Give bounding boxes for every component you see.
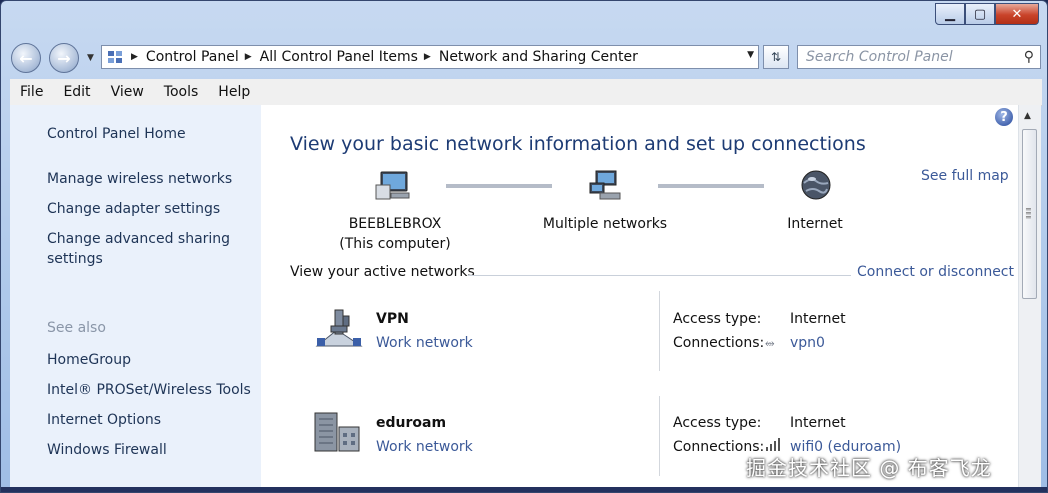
see-full-map-link[interactable]: See full map xyxy=(921,168,1009,184)
access-type-label: Access type: xyxy=(673,311,762,327)
section-divider xyxy=(468,275,851,276)
vpn-network-icon xyxy=(313,306,365,350)
recent-pages-dropdown[interactable]: ▼ xyxy=(87,53,94,63)
left-task-pane: Control Panel Home Manage wireless netwo… xyxy=(10,105,261,492)
main-content xyxy=(261,105,1018,492)
vertical-scrollbar[interactable]: ▲ ═ ═ ═ xyxy=(1018,105,1041,492)
close-icon: ✕ xyxy=(1011,6,1023,22)
eduroam-network-icon xyxy=(313,409,365,453)
windows-firewall-link[interactable]: Windows Firewall xyxy=(47,440,167,460)
maximize-button[interactable]: ▢ xyxy=(965,3,995,25)
manage-wireless-networks-link[interactable]: Manage wireless networks xyxy=(47,169,232,189)
breadcrumb-arrow-icon[interactable]: ▶ xyxy=(424,52,431,62)
close-button[interactable]: ✕ xyxy=(995,3,1039,25)
breadcrumb-arrow-icon: ▶ xyxy=(131,52,138,62)
scrollbar-thumb[interactable]: ═ ═ ═ xyxy=(1022,129,1037,299)
address-bar[interactable]: ▶ Control Panel ▶ All Control Panel Items… xyxy=(101,45,759,69)
see-also-heading: See also xyxy=(47,320,106,336)
globe-icon[interactable] xyxy=(799,169,835,203)
change-advanced-sharing-link-line2[interactable]: settings xyxy=(47,249,103,269)
window-bottom-edge xyxy=(1,487,1047,492)
menu-help[interactable]: Help xyxy=(208,84,260,100)
refresh-icon: ⇅ xyxy=(770,50,782,64)
computer-icon[interactable] xyxy=(375,169,411,203)
maximize-icon: ▢ xyxy=(973,6,987,22)
connect-or-disconnect-link[interactable]: Connect or disconnect xyxy=(857,264,1014,280)
refresh-button[interactable]: ⇅ xyxy=(763,45,789,69)
this-computer-label: (This computer) xyxy=(339,236,451,252)
menu-tools[interactable]: Tools xyxy=(154,84,209,100)
grip-icon: ═ ═ ═ xyxy=(1026,205,1031,222)
breadcrumb-root-arrow[interactable]: ▶ xyxy=(125,52,146,62)
back-arrow-icon: ← xyxy=(19,48,33,68)
network-divider xyxy=(659,291,660,371)
minimize-icon: ▁ xyxy=(945,6,955,22)
access-type-value: Internet xyxy=(790,311,846,327)
search-icon[interactable]: ⚲ xyxy=(1024,49,1034,65)
breadcrumb-all-items[interactable]: All Control Panel Items ▶ xyxy=(260,49,439,65)
network-type-link-eduroam[interactable]: Work network xyxy=(376,439,473,455)
vpn-connection-icon: ⥈ xyxy=(765,336,775,350)
internet-label: Internet xyxy=(787,216,843,232)
homegroup-link[interactable]: HomeGroup xyxy=(47,350,131,370)
menu-file[interactable]: File xyxy=(10,84,53,100)
window-frame: ▁ ▢ ✕ ← → ▼ ▶ Control Panel ▶ All Control… xyxy=(0,0,1048,493)
computer-name-label: BEEBLEBROX xyxy=(348,216,442,232)
access-type-label: Access type: xyxy=(673,415,762,431)
access-type-value: Internet xyxy=(790,415,846,431)
help-icon[interactable]: ? xyxy=(995,108,1013,126)
menu-edit[interactable]: Edit xyxy=(53,84,100,100)
navigation-bar: ← → ▼ ▶ Control Panel ▶ All Control Panel… xyxy=(11,41,1041,73)
connection-link-vpn0[interactable]: vpn0 xyxy=(790,335,825,351)
menu-view[interactable]: View xyxy=(101,84,154,100)
change-advanced-sharing-link[interactable]: Change advanced sharing xyxy=(47,229,230,249)
network-divider xyxy=(659,396,660,476)
minimize-button[interactable]: ▁ xyxy=(935,3,965,25)
forward-arrow-icon: → xyxy=(57,48,71,68)
map-connection-line xyxy=(658,184,764,188)
forward-button[interactable]: → xyxy=(49,43,79,73)
intel-proset-link[interactable]: Intel® PROSet/Wireless Tools xyxy=(47,380,251,400)
breadcrumb-arrow-icon[interactable]: ▶ xyxy=(245,52,252,62)
breadcrumb-network-sharing[interactable]: Network and Sharing Center xyxy=(439,49,638,65)
address-dropdown-icon[interactable]: ▼ xyxy=(747,50,754,60)
multiple-networks-label: Multiple networks xyxy=(542,216,668,232)
map-connection-line xyxy=(446,184,552,188)
control-panel-home-link[interactable]: Control Panel Home xyxy=(47,124,186,144)
internet-options-link[interactable]: Internet Options xyxy=(47,410,161,430)
control-panel-icon xyxy=(105,48,125,66)
change-adapter-settings-link[interactable]: Change adapter settings xyxy=(47,199,220,219)
network-name-eduroam: eduroam xyxy=(376,415,447,431)
breadcrumb-control-panel[interactable]: Control Panel ▶ xyxy=(146,49,260,65)
search-placeholder: Search Control Panel xyxy=(806,49,953,65)
search-input[interactable]: Search Control Panel ⚲ xyxy=(797,45,1041,69)
menu-bar: File Edit View Tools Help xyxy=(10,79,1042,106)
watermark: 掘金技术社区 @ 布客飞龙 xyxy=(746,456,992,480)
network-type-link-vpn[interactable]: Work network xyxy=(376,335,473,351)
page-title: View your basic network information and … xyxy=(290,133,866,155)
caption-buttons: ▁ ▢ ✕ xyxy=(935,3,1039,25)
scroll-up-arrow-icon[interactable]: ▲ xyxy=(1024,111,1031,121)
back-button[interactable]: ← xyxy=(11,43,41,73)
multiple-networks-icon[interactable] xyxy=(588,169,624,203)
connections-label: Connections: xyxy=(673,335,765,351)
active-networks-label: View your active networks xyxy=(290,264,475,280)
network-name-vpn: VPN xyxy=(376,311,409,327)
